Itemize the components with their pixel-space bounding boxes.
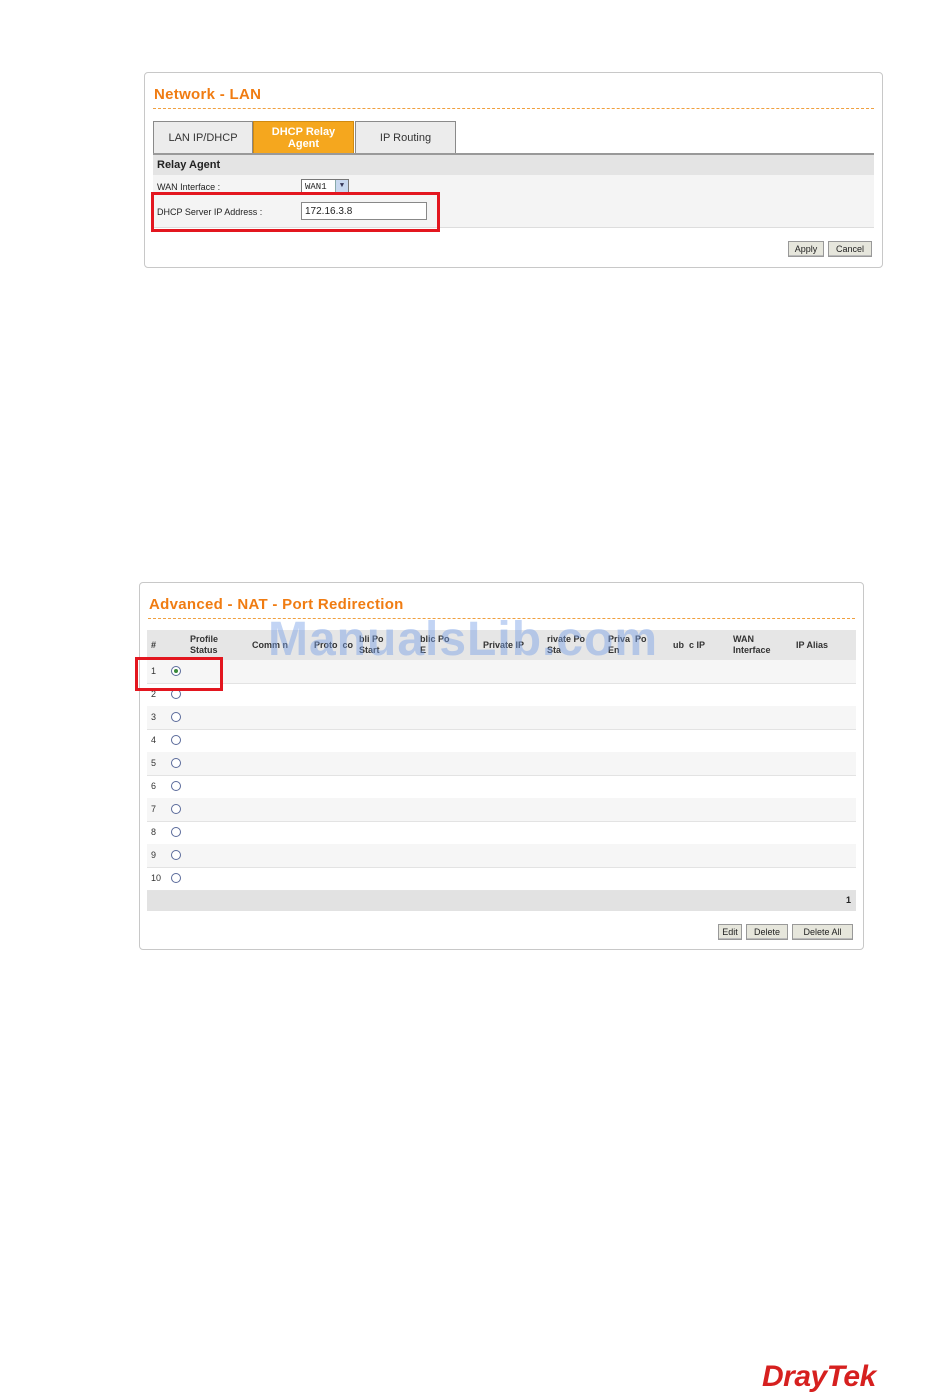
table-row[interactable]: 6 xyxy=(147,775,856,799)
profile-radio[interactable] xyxy=(171,804,181,814)
tab-label: DHCP Relay Agent xyxy=(271,125,336,150)
tab-ip-routing[interactable]: IP Routing xyxy=(355,121,456,153)
tab-dhcp-relay-agent[interactable]: DHCP Relay Agent xyxy=(253,121,354,153)
apply-button[interactable]: Apply xyxy=(788,241,824,257)
watermark: ManualsLib.com xyxy=(268,613,659,666)
profile-radio[interactable] xyxy=(171,827,181,837)
table-row[interactable]: 10 xyxy=(147,867,856,891)
row-number: 3 xyxy=(151,712,157,722)
col-ip-alias: IP Alias xyxy=(796,639,829,650)
tab-lan-ip-dhcp[interactable]: LAN IP/DHCP xyxy=(153,121,253,153)
row-number: 7 xyxy=(151,804,157,814)
row-number: 9 xyxy=(151,850,157,860)
table-row[interactable]: 9 xyxy=(147,844,856,868)
col-wan-interface: WAN Interface xyxy=(733,634,771,655)
highlight-box xyxy=(151,192,440,232)
col-public-ip: ub c IP xyxy=(673,639,706,650)
profile-radio[interactable] xyxy=(171,850,181,860)
draytek-logo: DrayTek xyxy=(762,1360,876,1393)
cancel-button[interactable]: Cancel xyxy=(828,241,872,257)
edit-button[interactable]: Edit xyxy=(718,924,742,940)
table-row[interactable]: 2 xyxy=(147,683,856,707)
table-row[interactable]: 5 xyxy=(147,752,856,776)
wan-interface-select[interactable]: WAN1 ▼ xyxy=(301,179,349,193)
section-header: Relay Agent xyxy=(153,155,874,175)
table-row[interactable]: 4 xyxy=(147,729,856,753)
panel-title: Network - LAN xyxy=(154,86,262,103)
title-divider xyxy=(153,108,874,109)
profile-radio[interactable] xyxy=(171,781,181,791)
wan-interface-label: WAN Interface : xyxy=(157,182,221,192)
delete-all-button[interactable]: Delete All xyxy=(792,924,853,940)
network-lan-panel: Network - LAN LAN IP/DHCP DHCP Relay Age… xyxy=(144,72,883,268)
profile-radio[interactable] xyxy=(171,712,181,722)
wan-interface-value: WAN1 xyxy=(305,182,327,192)
chevron-down-icon: ▼ xyxy=(335,180,348,192)
row-number: 5 xyxy=(151,758,157,768)
row-number: 10 xyxy=(151,873,162,883)
table-row[interactable]: 3 xyxy=(147,706,856,730)
table-row[interactable]: 7 xyxy=(147,798,856,822)
row-number: 8 xyxy=(151,827,157,837)
panel-title: Advanced - NAT - Port Redirection xyxy=(149,596,404,613)
delete-button[interactable]: Delete xyxy=(746,924,788,940)
highlight-box xyxy=(135,657,223,691)
col-profile-status: Profile Status xyxy=(190,634,219,655)
col-num: # xyxy=(151,639,157,650)
profile-radio[interactable] xyxy=(171,873,181,883)
page-link[interactable]: 1 xyxy=(846,895,851,905)
row-number: 4 xyxy=(151,735,157,745)
table-footer: 1 xyxy=(147,891,856,911)
profile-radio[interactable] xyxy=(171,735,181,745)
table-row[interactable]: 8 xyxy=(147,821,856,845)
row-number: 6 xyxy=(151,781,157,791)
profile-radio[interactable] xyxy=(171,758,181,768)
